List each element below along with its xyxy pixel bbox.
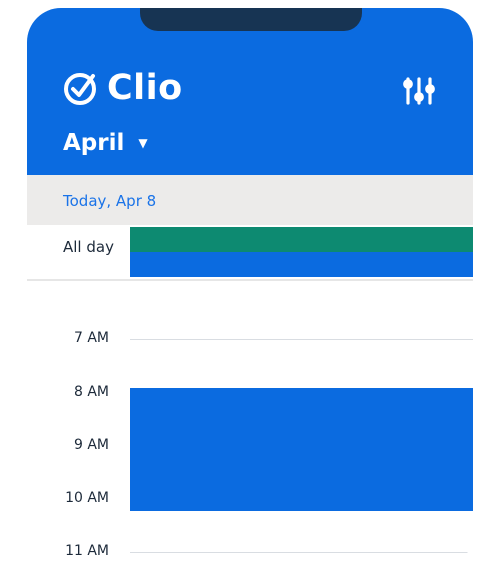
hour-label: 7 AM xyxy=(73,330,109,346)
phone-notch xyxy=(140,8,362,31)
app-header: Clio April ▼ xyxy=(27,8,473,175)
app-logo: Clio xyxy=(63,68,183,108)
all-day-event[interactable] xyxy=(130,252,473,277)
app-name: Clio xyxy=(107,68,183,108)
hour-label: 11 AM xyxy=(65,543,109,559)
month-selector[interactable]: April ▼ xyxy=(63,128,148,158)
hour-line xyxy=(130,552,473,553)
day-header: Today, Apr 8 xyxy=(27,175,473,225)
hour-line xyxy=(130,339,473,340)
hour-label: 9 AM xyxy=(73,437,109,453)
today-date-label[interactable]: Today, Apr 8 xyxy=(63,191,156,211)
phone-frame: Clio April ▼ Today, Apr 8 All day 7 AM 8… xyxy=(27,8,473,568)
hour-label: 8 AM xyxy=(73,384,109,400)
check-circle-icon xyxy=(64,73,96,105)
hour-label: 10 AM xyxy=(65,490,109,506)
caret-down-icon: ▼ xyxy=(138,136,148,150)
filter-button[interactable] xyxy=(399,74,439,108)
month-label: April xyxy=(63,130,125,156)
all-day-event[interactable] xyxy=(130,227,473,252)
all-day-row: All day xyxy=(27,225,473,279)
filter-sliders-icon xyxy=(403,77,435,105)
hour-grid: 7 AM 8 AM 9 AM 10 AM 11 AM xyxy=(27,281,473,568)
calendar-event[interactable] xyxy=(130,388,473,511)
all-day-label: All day xyxy=(63,238,114,256)
